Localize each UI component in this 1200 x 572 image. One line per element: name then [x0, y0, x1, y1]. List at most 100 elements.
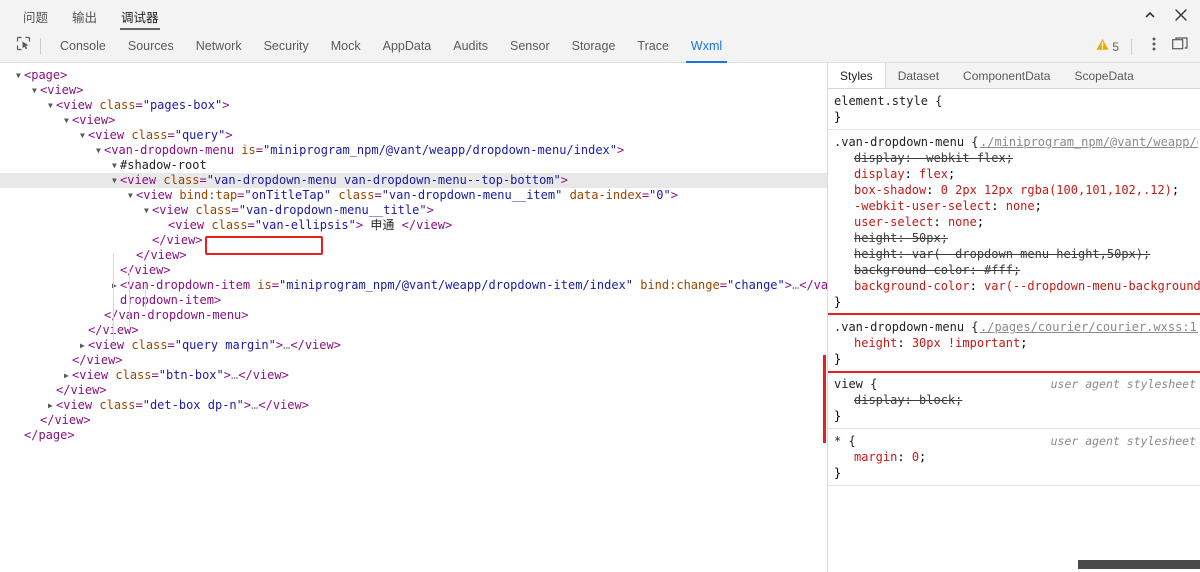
styles-pane[interactable]: Styles Dataset ComponentData ScopeData e…: [828, 63, 1200, 572]
chevron-right-icon[interactable]: ▶: [48, 398, 56, 413]
highlight-edge-marker: [823, 355, 826, 443]
dom-node-selected[interactable]: ▼ <view class="van-dropdown-menu van-drop…: [0, 173, 827, 188]
chevron-right-icon[interactable]: ▶: [64, 368, 72, 383]
css-declaration-overridden[interactable]: background-color: #fff;: [834, 262, 1200, 278]
css-declaration[interactable]: -webkit-user-select: none;: [834, 198, 1200, 214]
chevron-right-icon[interactable]: ▶: [80, 338, 88, 353]
css-selector[interactable]: element.style: [834, 94, 928, 108]
tab-wxml[interactable]: Wxml: [680, 30, 733, 63]
chevron-up-icon: [1144, 9, 1156, 21]
dom-node[interactable]: ▼ <view bind:tap="onTitleTap" class="van-…: [0, 188, 827, 203]
dom-node[interactable]: </view>: [0, 248, 827, 263]
dom-node[interactable]: ▼ <page>: [0, 68, 827, 83]
chevron-down-icon[interactable]: ▼: [16, 68, 24, 83]
dock-panel-button[interactable]: [1168, 35, 1192, 59]
dom-node[interactable]: ▼ <view class="query">: [0, 128, 827, 143]
css-declaration-overridden[interactable]: height: var(--dropdown-menu-height,50px)…: [834, 246, 1200, 262]
dom-node[interactable]: </view>: [0, 233, 827, 248]
css-declaration-overridden[interactable]: display: -webkit-flex;: [834, 150, 1200, 166]
css-declaration[interactable]: margin: 0;: [834, 449, 1200, 465]
chevron-down-icon[interactable]: ▼: [48, 98, 56, 113]
dom-node[interactable]: </van-dropdown-menu>: [0, 308, 827, 323]
chevron-down-icon[interactable]: ▼: [32, 83, 40, 98]
tab-sensor[interactable]: Sensor: [499, 30, 561, 63]
css-rule-selector-row: .van-dropdown-menu {./pages/courier/cour…: [834, 319, 1200, 335]
css-rule[interactable]: view {user agent stylesheet display: bloc…: [828, 372, 1200, 429]
collapse-panel-button[interactable]: [1144, 0, 1156, 30]
toolbar-divider: [40, 38, 41, 54]
css-declaration-overridden[interactable]: height: 50px;: [834, 230, 1200, 246]
dom-node[interactable]: </view>: [0, 383, 827, 398]
dom-node[interactable]: </view>: [0, 263, 827, 278]
tab-trace[interactable]: Trace: [626, 30, 680, 63]
css-rule-selector-row: * {user agent stylesheet: [834, 433, 1200, 449]
styles-tab-scopedata[interactable]: ScopeData: [1062, 63, 1145, 88]
horizontal-scrollbar[interactable]: [1078, 560, 1200, 569]
dom-node[interactable]: </page>: [0, 428, 827, 443]
css-declaration-overridden[interactable]: display: block;: [834, 392, 1200, 408]
more-options-button[interactable]: [1142, 35, 1166, 59]
chevron-down-icon[interactable]: ▼: [128, 188, 136, 203]
tab-console[interactable]: Console: [49, 30, 117, 63]
devtools-toolbar: Console Sources Network Security Mock Ap…: [0, 30, 1200, 63]
css-declaration[interactable]: user-select: none;: [834, 214, 1200, 230]
css-selector[interactable]: view: [834, 377, 863, 391]
tab-appdata[interactable]: AppData: [372, 30, 443, 63]
window-tab-output[interactable]: 输出: [63, 11, 106, 31]
css-declaration[interactable]: display: flex;: [834, 166, 1200, 182]
dom-node[interactable]: ▶ <view class="det-box dp-n">…</view>: [0, 398, 827, 413]
window-tab-problems[interactable]: 问题: [14, 11, 57, 31]
dom-node[interactable]: dropdown-item>: [0, 293, 827, 308]
user-agent-stylesheet-note: user agent stylesheet: [1050, 434, 1196, 448]
css-open-brace: {: [971, 320, 979, 334]
warning-indicator[interactable]: 5: [1090, 38, 1125, 56]
tab-audits[interactable]: Audits: [442, 30, 499, 63]
close-button[interactable]: [1174, 0, 1188, 30]
css-rule[interactable]: * {user agent stylesheet margin: 0;}: [828, 429, 1200, 486]
dom-node[interactable]: ▼ <view class="van-dropdown-menu__title">: [0, 203, 827, 218]
tab-mock[interactable]: Mock: [320, 30, 372, 63]
inspect-element-button[interactable]: [10, 35, 36, 57]
css-declaration[interactable]: background-color: var(--dropdown-menu-ba…: [834, 278, 1200, 294]
chevron-down-icon[interactable]: ▼: [80, 128, 88, 143]
dom-node[interactable]: ▼ <view class="pages-box">: [0, 98, 827, 113]
styles-tab-componentdata[interactable]: ComponentData: [951, 63, 1062, 88]
dom-node[interactable]: </view>: [0, 353, 827, 368]
css-rule[interactable]: element.style {}: [828, 89, 1200, 130]
chevron-down-icon[interactable]: ▼: [96, 143, 104, 158]
css-declaration[interactable]: height: 30px !important;: [834, 335, 1200, 351]
tab-sources[interactable]: Sources: [117, 30, 185, 63]
dom-node[interactable]: ▼ #shadow-root: [0, 158, 827, 173]
styles-tab-styles[interactable]: Styles: [828, 63, 886, 88]
styles-tab-strip: Styles Dataset ComponentData ScopeData: [828, 63, 1200, 89]
css-source-link[interactable]: ./pages/courier/courier.wxss:11: [980, 319, 1198, 335]
window-tab-debugger[interactable]: 调试器: [112, 11, 168, 31]
dom-node[interactable]: <view class="van-ellipsis"> 申通 </view>: [0, 218, 827, 233]
wxml-dom-tree-pane[interactable]: ▼ <page> ▼ <view> ▼ <view class="pages-box"> ▼…: [0, 63, 828, 572]
css-selector[interactable]: .van-dropdown-menu: [834, 320, 964, 334]
chevron-down-icon[interactable]: ▼: [112, 158, 120, 173]
dom-node[interactable]: ▶ <van-dropdown-item is="miniprogram_npm/…: [0, 278, 827, 293]
css-declaration[interactable]: box-shadow: 0 2px 12px rgba(100,101,102,…: [834, 182, 1200, 198]
css-rule[interactable]: .van-dropdown-menu {./miniprogram_npm/@v…: [828, 130, 1200, 315]
chevron-down-icon[interactable]: ▼: [144, 203, 152, 218]
css-selector[interactable]: *: [834, 434, 841, 448]
css-rule[interactable]: .van-dropdown-menu {./pages/courier/cour…: [828, 313, 1200, 373]
tab-security[interactable]: Security: [253, 30, 320, 63]
dom-node[interactable]: </view>: [0, 323, 827, 338]
css-source-link[interactable]: ./miniprogram_npm/@vant/weapp/dro…: [980, 134, 1198, 150]
css-selector[interactable]: .van-dropdown-menu: [834, 135, 964, 149]
tab-network[interactable]: Network: [185, 30, 253, 63]
tab-storage[interactable]: Storage: [561, 30, 627, 63]
styles-tab-dataset[interactable]: Dataset: [886, 63, 951, 88]
main-split: ▼ <page> ▼ <view> ▼ <view class="pages-box"> ▼…: [0, 63, 1200, 572]
chevron-down-icon[interactable]: ▼: [112, 173, 120, 188]
chevron-down-icon[interactable]: ▼: [64, 113, 72, 128]
css-rule-selector-row: view {user agent stylesheet: [834, 376, 1200, 392]
dom-node[interactable]: </view>: [0, 413, 827, 428]
dom-node[interactable]: ▼ <view>: [0, 83, 827, 98]
dom-node[interactable]: ▼ <van-dropdown-menu is="miniprogram_npm/…: [0, 143, 827, 158]
dom-node[interactable]: ▶ <view class="query margin">…</view>: [0, 338, 827, 353]
dom-node[interactable]: ▶ <view class="btn-box">…</view>: [0, 368, 827, 383]
dom-node[interactable]: ▼ <view>: [0, 113, 827, 128]
